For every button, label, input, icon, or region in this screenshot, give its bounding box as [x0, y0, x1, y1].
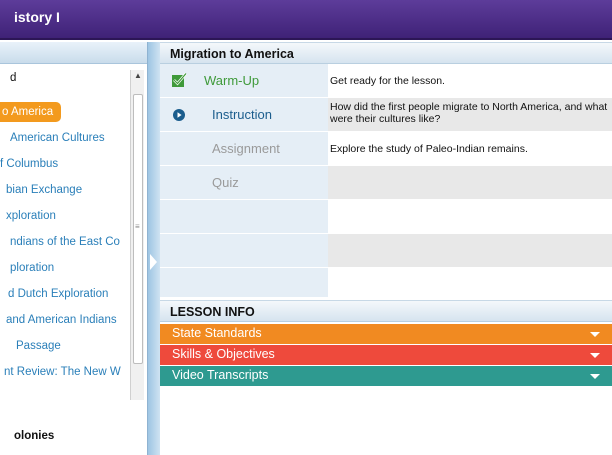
course-title: istory I [14, 9, 60, 25]
sidebar-item-unit-review[interactable]: nt Review: The New W [4, 362, 121, 382]
sidebar-item-indians-east-coast[interactable]: ndians of the East Co [10, 232, 120, 252]
sidebar-item-dutch-exploration[interactable]: d Dutch Exploration [8, 284, 108, 304]
scroll-up-arrow-icon[interactable]: ▲ [131, 70, 145, 82]
activity-row-assignment[interactable]: Assignment Explore the study of Paleo-In… [160, 132, 612, 166]
lesson-panel: Migration to America Warm-Up Get ready f… [160, 42, 612, 455]
activity-description: Get ready for the lesson. [330, 75, 445, 87]
sidebar-item-american-indians[interactable]: and American Indians [6, 310, 117, 330]
empty-row [160, 268, 612, 298]
sidebar-item-exploration-2[interactable]: ploration [10, 258, 54, 278]
sidebar-collapse-strip[interactable] [148, 42, 160, 455]
activity-name[interactable]: Instruction [212, 107, 272, 122]
empty-row [160, 200, 612, 234]
sidebar-item-columbian-exchange[interactable]: bian Exchange [6, 180, 82, 200]
lesson-sidebar: d o America American Cultures f Columbus… [0, 42, 148, 455]
info-bar-label: State Standards [172, 326, 262, 340]
state-standards-bar[interactable]: State Standards [160, 324, 612, 344]
sidebar-item-migration-to-america[interactable]: o America [0, 102, 62, 122]
sidebar-item-exploration[interactable]: xploration [6, 206, 56, 226]
sidebar-scrollbar[interactable]: ▲ ≡ [130, 70, 144, 400]
sidebar-item-passage[interactable]: Passage [16, 336, 61, 356]
lesson-title: Migration to America [170, 47, 294, 61]
activity-name[interactable]: Assignment [212, 141, 280, 156]
chevron-down-icon[interactable] [590, 353, 600, 358]
lesson-info-title: LESSON INFO [170, 305, 255, 319]
activity-name[interactable]: Quiz [212, 175, 239, 190]
activity-row-warm-up[interactable]: Warm-Up Get ready for the lesson. [160, 64, 612, 98]
lesson-info-header: LESSON INFO [160, 300, 612, 322]
activity-description: Explore the study of Paleo-Indian remain… [330, 143, 528, 155]
chevron-down-icon[interactable] [590, 332, 600, 337]
current-activity-icon [173, 109, 185, 121]
activity-row-instruction[interactable]: Instruction How did the first people mig… [160, 98, 612, 132]
chevron-down-icon[interactable] [590, 374, 600, 379]
checkmark-complete-icon [172, 72, 187, 87]
scroll-thumb[interactable]: ≡ [133, 94, 143, 364]
app-title-bar: istory I [0, 0, 612, 40]
scroll-grip-icon: ≡ [135, 222, 140, 231]
skills-objectives-bar[interactable]: Skills & Objectives [160, 345, 612, 365]
expand-arrow-icon[interactable] [150, 254, 157, 270]
video-transcripts-bar[interactable]: Video Transcripts [160, 366, 612, 386]
activity-name[interactable]: Warm-Up [204, 73, 259, 88]
sidebar-header [0, 42, 147, 64]
info-bar-label: Skills & Objectives [172, 347, 275, 361]
sidebar-item-unit-heading: d [10, 72, 17, 84]
lesson-header: Migration to America [160, 42, 612, 64]
sidebar-item-columbus[interactable]: f Columbus [0, 154, 58, 174]
empty-row [160, 234, 612, 268]
info-bar-label: Video Transcripts [172, 368, 269, 382]
sidebar-lesson-list: d o America American Cultures f Columbus… [0, 64, 130, 444]
sidebar-item-american-cultures[interactable]: American Cultures [10, 128, 105, 148]
sidebar-item-colonies-heading[interactable]: olonies [14, 426, 54, 444]
activity-row-quiz[interactable]: Quiz [160, 166, 612, 200]
activity-description: How did the first people migrate to Nort… [330, 101, 608, 125]
